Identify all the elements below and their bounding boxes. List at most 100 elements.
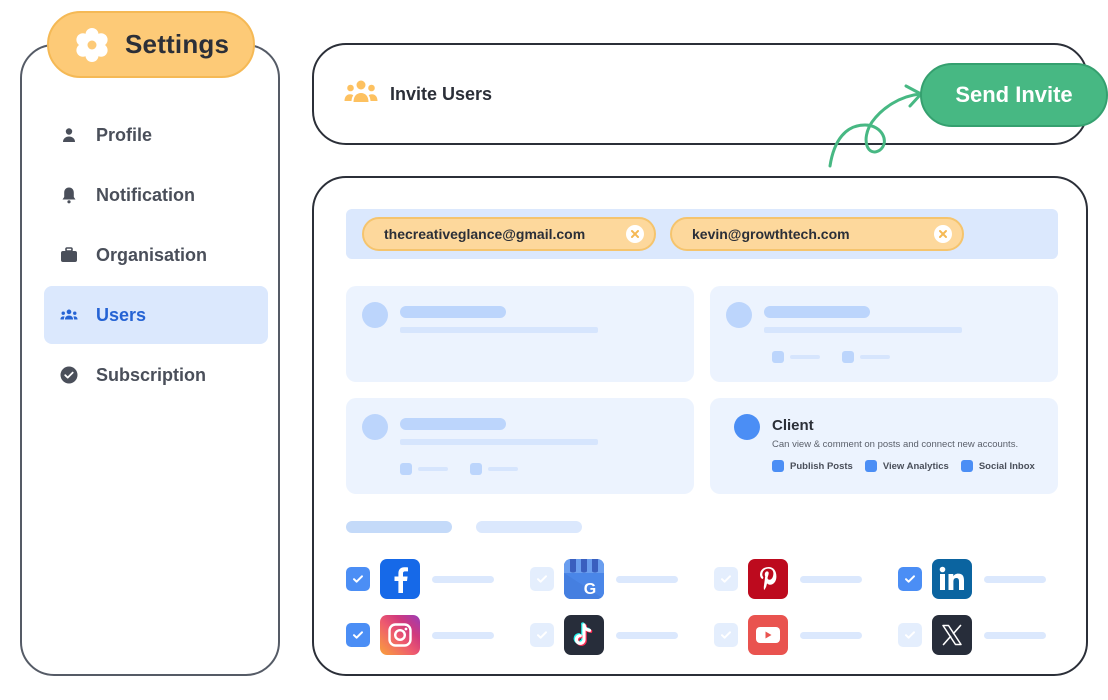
pinterest-icon xyxy=(748,559,788,599)
placeholder-description xyxy=(764,327,962,333)
sidebar-item-notification[interactable]: Notification xyxy=(44,166,268,224)
permission-social-inbox: Social Inbox xyxy=(960,460,1035,472)
facebook-icon xyxy=(380,559,420,599)
sidebar-item-label: Organisation xyxy=(96,244,208,265)
briefcase-icon xyxy=(60,246,78,264)
role-card-placeholder[interactable] xyxy=(346,398,694,494)
placeholder-description xyxy=(400,327,598,333)
checkbox-pinterest[interactable] xyxy=(714,567,738,591)
placeholder-title xyxy=(764,306,870,318)
sidebar-item-label: Notification xyxy=(96,184,195,205)
placeholder-description xyxy=(400,439,598,445)
checkbox-youtube[interactable] xyxy=(714,623,738,647)
checkbox-x[interactable] xyxy=(898,623,922,647)
check-circle-icon xyxy=(60,366,78,384)
tab-placeholder-active[interactable] xyxy=(346,521,452,533)
sidebar-item-users[interactable]: Users xyxy=(44,286,268,344)
settings-title-badge: Settings xyxy=(47,11,255,78)
gear-icon xyxy=(73,26,111,64)
role-card-placeholder[interactable] xyxy=(346,286,694,382)
email-chip: thecreativeglance@gmail.com xyxy=(362,217,656,251)
role-avatar xyxy=(362,302,388,328)
invite-users-title: Invite Users xyxy=(390,83,493,104)
role-card-client[interactable]: Client Can view & comment on posts and c… xyxy=(710,398,1058,494)
social-account-x xyxy=(898,615,1046,655)
email-chip-text: thecreativeglance@gmail.com xyxy=(384,226,586,242)
permission-view-analytics: View Analytics xyxy=(864,460,949,472)
permission-label: View Analytics xyxy=(882,460,949,472)
permission-publish-posts: Publish Posts xyxy=(772,460,853,472)
email-input-field[interactable]: thecreativeglance@gmail.com kevin@growth… xyxy=(346,209,1058,259)
placeholder-title xyxy=(400,418,506,430)
checkbox-tiktok[interactable] xyxy=(530,623,554,647)
sidebar-item-label: Users xyxy=(96,304,147,325)
role-avatar xyxy=(734,414,760,440)
users-icon xyxy=(60,306,78,324)
settings-nav: Profile Notification Organisation Users … xyxy=(44,106,268,406)
account-name-placeholder xyxy=(616,631,678,639)
settings-title: Settings xyxy=(125,29,230,59)
google-business-icon: G xyxy=(564,559,604,599)
account-name-placeholder xyxy=(432,575,494,583)
account-name-placeholder xyxy=(800,575,862,583)
social-account-pinterest xyxy=(714,559,862,599)
tab-placeholder[interactable] xyxy=(476,521,582,533)
settings-sidebar: Profile Notification Organisation Users … xyxy=(20,44,280,676)
social-account-tiktok xyxy=(530,615,678,655)
permission-label: Social Inbox xyxy=(978,460,1035,472)
account-name-placeholder xyxy=(800,631,862,639)
social-account-linkedin xyxy=(898,559,1046,599)
role-avatar xyxy=(362,414,388,440)
curly-arrow-icon xyxy=(828,84,923,168)
sidebar-item-organisation[interactable]: Organisation xyxy=(44,226,268,284)
placeholder-permission-box xyxy=(842,351,854,363)
role-title: Client xyxy=(772,417,814,434)
sidebar-item-subscription[interactable]: Subscription xyxy=(44,346,268,404)
placeholder-permission-label xyxy=(488,467,518,471)
email-chip: kevin@growthtech.com xyxy=(670,217,964,251)
account-name-placeholder xyxy=(984,631,1046,639)
send-invite-button[interactable]: Send Invite xyxy=(920,63,1108,127)
sidebar-item-label: Subscription xyxy=(96,364,207,385)
role-permissions: Publish Posts View Analytics Social Inbo… xyxy=(772,460,1035,472)
role-description: Can view & comment on posts and connect … xyxy=(772,439,1019,450)
youtube-icon xyxy=(748,615,788,655)
social-account-youtube xyxy=(714,615,862,655)
permission-indicator xyxy=(864,460,877,472)
permission-indicator xyxy=(772,460,784,472)
sidebar-item-profile[interactable]: Profile xyxy=(44,106,268,164)
checkbox-google-business[interactable] xyxy=(530,567,554,591)
linkedin-icon xyxy=(932,559,972,599)
permission-label: Publish Posts xyxy=(790,460,853,472)
placeholder-permission-label xyxy=(860,355,890,359)
placeholder-permission-box xyxy=(470,463,482,475)
tiktok-icon xyxy=(564,615,604,655)
bell-icon xyxy=(60,186,78,204)
user-icon xyxy=(60,126,78,144)
social-account-instagram xyxy=(346,615,494,655)
placeholder-permission-box xyxy=(400,463,412,475)
instagram-icon xyxy=(380,615,420,655)
checkbox-facebook[interactable] xyxy=(346,567,370,591)
x-icon xyxy=(932,615,972,655)
permission-indicator xyxy=(960,460,973,472)
role-card-placeholder[interactable] xyxy=(710,286,1058,382)
placeholder-permission-label xyxy=(790,355,820,359)
remove-email-icon[interactable] xyxy=(934,225,952,243)
role-avatar xyxy=(726,302,752,328)
sidebar-item-label: Profile xyxy=(96,124,153,145)
placeholder-title xyxy=(400,306,506,318)
checkbox-instagram[interactable] xyxy=(346,623,370,647)
social-account-google-business: G xyxy=(530,559,678,599)
email-chip-text: kevin@growthtech.com xyxy=(692,226,850,242)
svg-text:G: G xyxy=(584,581,596,598)
account-name-placeholder xyxy=(616,575,678,583)
placeholder-permission-box xyxy=(772,351,784,363)
remove-email-icon[interactable] xyxy=(626,225,644,243)
social-account-facebook xyxy=(346,559,494,599)
checkbox-linkedin[interactable] xyxy=(898,567,922,591)
account-name-placeholder xyxy=(984,575,1046,583)
invite-form-card: thecreativeglance@gmail.com kevin@growth… xyxy=(312,176,1088,676)
users-icon xyxy=(344,80,378,109)
placeholder-permission-label xyxy=(418,467,448,471)
